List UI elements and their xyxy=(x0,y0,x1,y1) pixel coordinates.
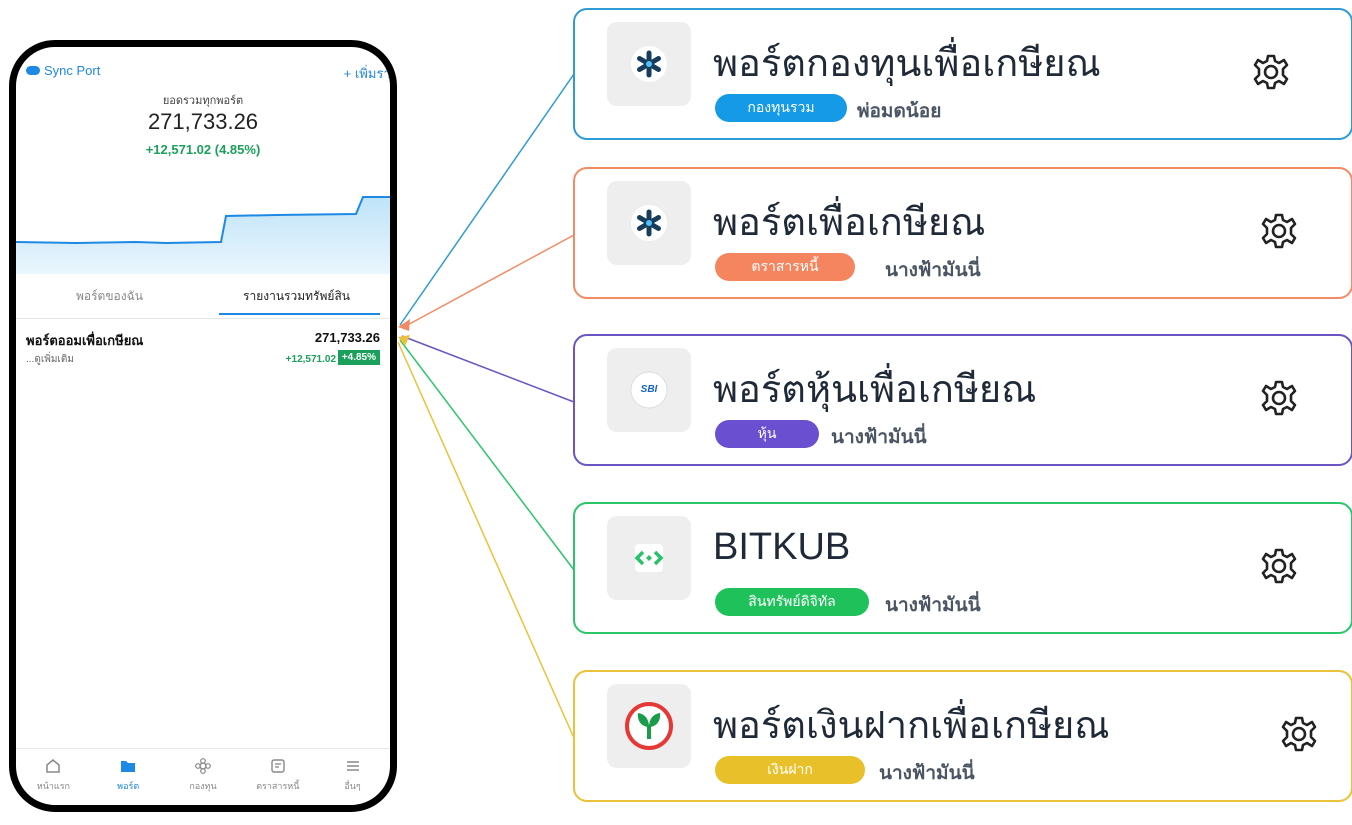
total-value: 271,733.26 xyxy=(147,109,259,134)
nav-bond[interactable]: ตราสารหนี้ xyxy=(240,749,315,805)
asterisk-logo xyxy=(607,181,691,265)
nav-portfolio-label: พอร์ต xyxy=(117,781,140,791)
nav-home-label: หน้าแรก xyxy=(36,781,71,791)
category-badge: ตราสารหนี้ xyxy=(715,253,855,281)
card-stock-portfolio[interactable]: SBI พอร์ตหุ้นเพื่อเกษียณ หุ้น นางฟ้ามันน… xyxy=(573,334,1352,466)
sbi-logo: SBI xyxy=(607,348,691,432)
document-icon xyxy=(271,759,285,773)
portfolio-chart xyxy=(16,196,390,274)
gear-icon[interactable] xyxy=(1259,378,1299,418)
menu-icon xyxy=(346,761,359,771)
gear-icon[interactable] xyxy=(1259,546,1299,586)
top-bar: Sync Port + เพิ่มรายงา xyxy=(16,61,390,85)
nav-bond-label: ตราสารหนี้ xyxy=(256,781,300,791)
card-fund-portfolio[interactable]: พอร์ตกองทุนเพื่อเกษียณ กองทุนรวม พ่อมดน้… xyxy=(573,8,1352,140)
sync-port-label: Sync Port xyxy=(44,63,101,78)
category-badge: หุ้น xyxy=(715,420,819,448)
portfolio-percent-badge: +4.85% xyxy=(337,350,380,365)
card-title: พอร์ตเพื่อเกษียณ xyxy=(713,202,986,244)
category-badge: เงินฝาก xyxy=(715,756,865,784)
owner-name: นางฟ้ามันนี่ xyxy=(885,260,981,281)
sync-port-button[interactable]: Sync Port xyxy=(26,63,100,78)
asterisk-logo xyxy=(607,22,691,106)
cloud-icon xyxy=(26,66,40,75)
home-icon xyxy=(46,759,61,773)
nav-fund[interactable]: กองทุน xyxy=(166,749,241,805)
card-title: พอร์ตกองทุนเพื่อเกษียณ xyxy=(713,43,1101,85)
flower-icon xyxy=(195,758,211,774)
card-title: พอร์ตหุ้นเพื่อเกษียณ xyxy=(713,369,1037,411)
kbank-logo xyxy=(607,684,691,768)
summary-label: ยอดรวมทุกพอร์ต xyxy=(162,95,244,107)
portfolio-change: +12,571.02 xyxy=(285,354,336,365)
folder-icon xyxy=(121,761,136,772)
tab-my-portfolio[interactable]: พอร์ตของฉัน xyxy=(16,283,203,317)
bitkub-logo xyxy=(607,516,691,600)
category-badge: กองทุนรวม xyxy=(715,94,847,122)
divider xyxy=(16,318,390,319)
bottom-nav: หน้าแรก พอร์ต กองทุน ตราสารหนี้ อื่นๆ xyxy=(16,749,390,805)
card-title: พอร์ตเงินฝากเพื่อเกษียณ xyxy=(713,705,1110,747)
tab-asset-report[interactable]: รายงานรวมทรัพย์สิน xyxy=(203,283,390,317)
owner-name: นางฟ้ามันนี่ xyxy=(879,763,975,784)
see-more-link[interactable]: ...ดูเพิ่มเติม xyxy=(26,352,74,367)
card-bitkub[interactable]: BITKUB สินทรัพย์ดิจิทัล นางฟ้ามันนี่ xyxy=(573,502,1352,634)
sbi-logo-text: SBI xyxy=(641,384,658,395)
gear-icon[interactable] xyxy=(1279,714,1319,754)
tab-bar: พอร์ตของฉัน รายงานรวมทรัพย์สิน xyxy=(16,283,390,317)
nav-portfolio[interactable]: พอร์ต xyxy=(91,749,166,805)
add-report-button[interactable]: + เพิ่มรายงา xyxy=(344,63,390,84)
gear-icon[interactable] xyxy=(1259,211,1299,251)
portfolio-value: 271,733.26 xyxy=(314,330,380,345)
nav-fund-label: กองทุน xyxy=(189,781,217,791)
category-badge: สินทรัพย์ดิจิทัล xyxy=(715,588,869,616)
owner-name: นางฟ้ามันนี่ xyxy=(885,595,981,616)
portfolio-name: พอร์ตออมเพื่อเกษียณ xyxy=(26,333,144,348)
card-deposit-portfolio[interactable]: พอร์ตเงินฝากเพื่อเกษียณ เงินฝาก นางฟ้ามั… xyxy=(573,670,1352,802)
nav-more[interactable]: อื่นๆ xyxy=(315,749,390,805)
card-retirement-portfolio[interactable]: พอร์ตเพื่อเกษียณ ตราสารหนี้ นางฟ้ามันนี่ xyxy=(573,167,1352,299)
gear-icon[interactable] xyxy=(1251,52,1291,92)
card-title: BITKUB xyxy=(713,526,851,568)
owner-name: พ่อมดน้อย xyxy=(857,101,942,122)
owner-name: นางฟ้ามันนี่ xyxy=(831,427,927,448)
portfolio-row[interactable]: พอร์ตออมเพื่อเกษียณ ...ดูเพิ่มเติม 271,7… xyxy=(26,328,380,378)
nav-home[interactable]: หน้าแรก xyxy=(16,749,91,805)
phone-screen: Sync Port + เพิ่มรายงา ยอดรวมทุกพอร์ต 27… xyxy=(9,40,397,812)
total-gain: +12,571.02 (4.85%) xyxy=(145,142,261,157)
nav-more-label: อื่นๆ xyxy=(344,781,361,791)
